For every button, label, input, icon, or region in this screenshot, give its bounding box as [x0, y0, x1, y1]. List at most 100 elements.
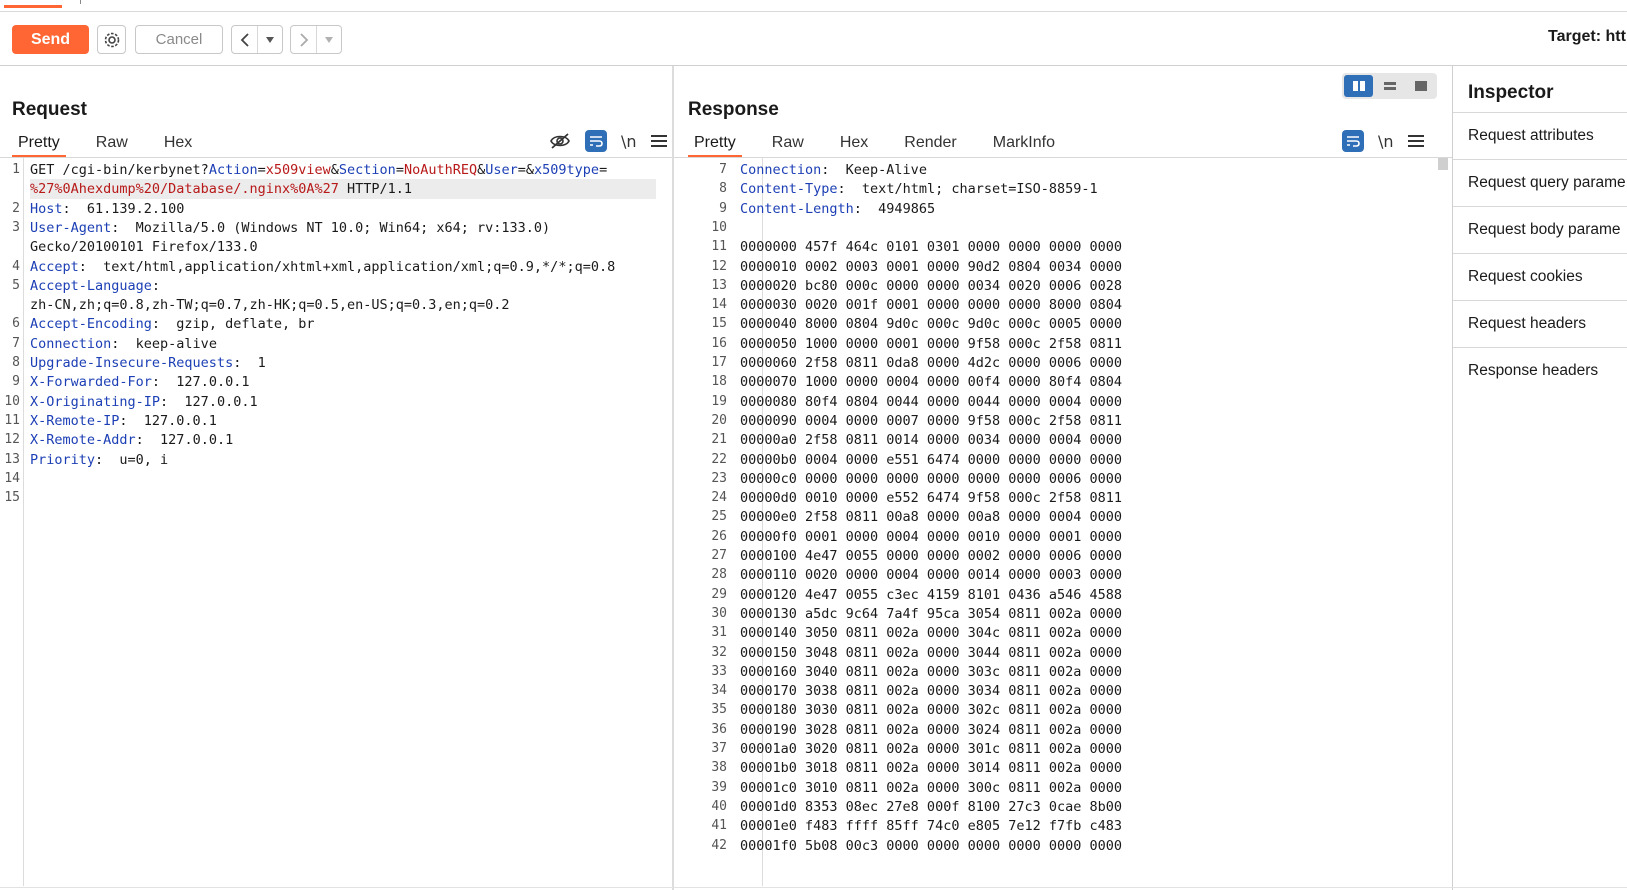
code-text: : 127.0.0.1 [160, 393, 258, 410]
response-code-line: 0000150 3048 0811 002a 0000 3044 0811 00… [740, 643, 1122, 663]
inspector-item[interactable]: Request query parame [1453, 159, 1627, 208]
back-history-dropdown[interactable] [258, 26, 282, 53]
line-number: 9 [719, 200, 727, 216]
response-code-line: 0000010 0002 0003 0001 0000 90d2 0804 00… [740, 257, 1122, 277]
target-label[interactable]: Target: htt [1548, 28, 1626, 46]
code-text: : Mozilla/5.0 (Windows NT 10.0; Win64; x… [111, 219, 551, 236]
response-tab-hex[interactable]: Hex [834, 132, 874, 158]
response-code-line: 0000030 0020 001f 0001 0000 0000 0000 80… [740, 295, 1122, 315]
forward-history-dropdown[interactable] [317, 26, 341, 53]
settings-button[interactable] [97, 25, 126, 54]
header-key: User [485, 162, 518, 178]
inspector-item[interactable]: Request attributes [1453, 112, 1627, 161]
code-text: : 61.139.2.100 [62, 200, 185, 217]
line-number: 4 [12, 258, 20, 274]
cancel-button[interactable]: Cancel [135, 25, 223, 54]
word-wrap-icon[interactable] [585, 130, 607, 152]
inspector-item[interactable]: Response headers [1453, 347, 1627, 396]
rows-icon [1383, 82, 1396, 90]
inspector-title: Inspector [1468, 82, 1554, 103]
header-key: X-Remote-Addr [30, 432, 136, 449]
response-code-line: 0000140 3050 0811 002a 0000 304c 0811 00… [740, 623, 1122, 643]
response-tab-markinfo[interactable]: MarkInfo [987, 132, 1061, 158]
code-text: 00000b0 0004 0000 e551 6474 0000 0000 00… [740, 451, 1123, 468]
layout-stacked-button[interactable] [1375, 75, 1404, 97]
eye-slash-icon[interactable] [549, 132, 571, 150]
newline-icon[interactable]: \n [621, 132, 637, 151]
response-code-line: 0000070 1000 0000 0004 0000 00f4 0000 80… [740, 372, 1122, 392]
response-tab-render[interactable]: Render [898, 132, 962, 158]
response-tab-pretty[interactable]: Pretty [688, 132, 742, 158]
hamburger-menu-icon[interactable] [650, 132, 667, 150]
forward-button[interactable] [291, 26, 317, 53]
newline-icon[interactable]: \n [1378, 132, 1394, 151]
code-text: 00001f0 5b08 00c3 0000 0000 0000 0000 00… [740, 837, 1123, 854]
line-number: 17 [711, 355, 727, 370]
header-key: X-Forwarded-For [30, 374, 152, 391]
request-tab-pretty[interactable]: Pretty [12, 132, 66, 158]
request-tab-raw[interactable]: Raw [90, 132, 134, 158]
param-value: x509view [265, 162, 331, 178]
active-tab-indicator[interactable] [4, 0, 62, 8]
line-number: 2 [12, 200, 20, 216]
code-text: 0000070 1000 0000 0004 0000 00f4 0000 80… [740, 374, 1123, 391]
code-text: 0000190 3028 0811 002a 0000 3024 0811 00… [740, 721, 1123, 738]
request-tabs: Pretty Raw Hex [12, 132, 222, 158]
line-number [0, 237, 20, 257]
inspector-item[interactable]: Request body parame [1453, 206, 1627, 255]
top-tab-strip [0, 0, 1627, 12]
hamburger-menu-icon[interactable] [1407, 132, 1424, 150]
word-wrap-icon[interactable] [1342, 130, 1364, 152]
code-text: = [599, 162, 608, 178]
line-number: 12 [4, 432, 20, 448]
line-number: 35 [711, 702, 727, 718]
back-button[interactable] [232, 26, 258, 53]
code-text: GET /cgi-bin/kerbynet? [30, 162, 209, 178]
response-code-line: 0000020 bc80 000c 0000 0000 0034 0020 00… [740, 276, 1122, 296]
code-text: : keep-alive [111, 335, 217, 352]
send-button[interactable]: Send [12, 25, 89, 54]
response-scrollbar[interactable] [1438, 158, 1448, 170]
code-text: HTTP/1.1 [338, 181, 413, 198]
inspector-panel: Inspector Request attributes Request quer… [1452, 66, 1627, 890]
code-text: 0000160 3040 0811 002a 0000 303c 0811 00… [740, 663, 1123, 680]
line-number: 40 [711, 798, 727, 814]
response-code-line: 0000040 8000 0804 9d0c 000c 9d0c 000c 00… [740, 314, 1122, 334]
response-code-line: 00000b0 0004 0000 e551 6474 0000 0000 00… [740, 450, 1122, 470]
response-code-line: 00000f0 0001 0000 0004 0000 0010 0000 00… [740, 527, 1122, 547]
header-key: Action [208, 162, 258, 178]
layout-single-button[interactable] [1406, 75, 1435, 97]
inspector-item[interactable]: Request cookies [1453, 253, 1627, 302]
request-pane-icons: \n [549, 130, 667, 152]
code-text: 0000130 a5dc 9c64 7a4f 95ca 3054 0811 00… [740, 605, 1123, 622]
gear-icon [104, 32, 119, 47]
request-tab-hex[interactable]: Hex [158, 132, 198, 158]
header-key: Accept-Encoding [30, 316, 152, 333]
line-number: 16 [711, 335, 727, 351]
single-pane-icon [1414, 81, 1427, 91]
request-editor[interactable]: 1 GET /cgi-bin/kerbynet?Action=x509view&S… [0, 158, 672, 886]
line-number: 29 [711, 586, 727, 602]
line-number: 10 [711, 219, 727, 235]
line-number [0, 179, 20, 199]
code-text: = [257, 162, 266, 178]
line-number: 8 [12, 355, 20, 370]
line-number: 18 [711, 374, 727, 390]
code-text: 0000120 4e47 0055 c3ec 4159 8101 0436 a5… [740, 586, 1123, 603]
chevron-right-icon [299, 32, 308, 47]
response-tab-raw[interactable]: Raw [766, 132, 810, 158]
line-number: 32 [711, 644, 727, 660]
code-text: 0000040 8000 0804 9d0c 000c 9d0c 000c 00… [740, 316, 1123, 333]
response-code-line: 00000c0 0000 0000 0000 0000 0000 0000 00… [740, 469, 1122, 489]
request-code-line: zh-CN,zh;q=0.8,zh-TW;q=0.7,zh-HK;q=0.5,e… [30, 295, 510, 315]
layout-side-by-side-button[interactable] [1344, 75, 1373, 97]
response-code-line: 0000110 0020 0000 0004 0000 0014 0000 00… [740, 565, 1122, 585]
line-number: 14 [4, 470, 20, 486]
header-key: Content-Type [740, 181, 838, 198]
header-key: Connection [30, 335, 112, 352]
request-code-line: X-Originating-IP: 127.0.0.1 [30, 392, 258, 412]
response-code-line: 0000050 1000 0000 0001 0000 9f58 000c 2f… [740, 334, 1122, 354]
inspector-item[interactable]: Request headers [1453, 300, 1627, 349]
line-number: 25 [711, 509, 727, 525]
response-editor[interactable]: 7 Connection: Keep-Alive 8 Content-Type: te… [674, 158, 1452, 886]
